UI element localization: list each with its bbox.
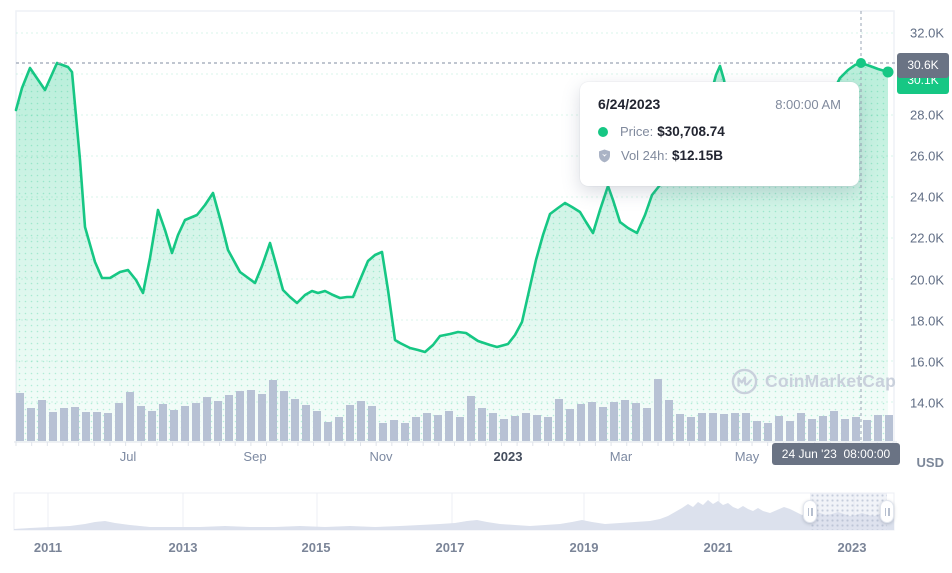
navigator-year-label: 2011 (34, 540, 62, 555)
tooltip-price-label: Price: (620, 124, 653, 139)
tooltip-time: 8:00:00 AM (775, 97, 841, 112)
navigator-year-label: 2023 (838, 540, 867, 555)
tooltip-volume-label: Vol 24h: (621, 148, 668, 163)
coinmarketcap-logo-icon (731, 368, 758, 395)
tooltip-volume-row: Vol 24h: $12.15B (598, 148, 841, 163)
y-axis-label: 14.0K (898, 396, 944, 411)
x-axis-label: 2023 (494, 449, 523, 464)
y-axis-label: 22.0K (898, 231, 944, 246)
x-axis-label: Nov (369, 449, 392, 464)
x-axis-label: Jul (120, 449, 137, 464)
navigator-selected-range[interactable] (810, 493, 887, 530)
volume-shield-icon (598, 149, 611, 163)
navigator-year-label: 2021 (704, 540, 733, 555)
tooltip-volume-value: $12.15B (672, 148, 723, 163)
chart-tooltip: 6/24/2023 8:00:00 AM Price: $30,708.74 V… (580, 82, 859, 186)
latest-point-marker (883, 67, 894, 78)
tooltip-price-value: $30,708.74 (657, 124, 725, 139)
hover-point-marker (856, 58, 866, 68)
y-axis-label: 24.0K (898, 190, 944, 205)
tooltip-price-row: Price: $30,708.74 (598, 124, 841, 139)
navigator-year-label: 2015 (302, 540, 331, 555)
x-axis-label: Mar (610, 449, 632, 464)
x-axis-label: Sep (243, 449, 266, 464)
y-axis-label: 18.0K (898, 314, 944, 329)
y-axis-label: 32.0K (898, 26, 944, 41)
navigator-right-handle[interactable] (880, 500, 894, 523)
navigator-left-handle[interactable] (803, 500, 817, 523)
price-series-dot-icon (598, 127, 608, 137)
hover-time-badge: 24 Jun '23 08:00:00 (772, 443, 900, 465)
y-axis-label: 20.0K (898, 273, 944, 288)
y-axis-label: 26.0K (898, 149, 944, 164)
y-axis-label: 16.0K (898, 355, 944, 370)
tooltip-date: 6/24/2023 (598, 96, 660, 112)
y-axis-unit: USD (898, 455, 944, 470)
navigator-year-label: 2019 (570, 540, 599, 555)
hover-price-badge: 30.6K (897, 53, 949, 78)
navigator-year-label: 2013 (169, 540, 198, 555)
y-axis-label: 28.0K (898, 108, 944, 123)
x-axis-label: May (735, 449, 760, 464)
navigator-year-label: 2017 (436, 540, 465, 555)
price-chart-page: 32.0K 28.0K 26.0K 24.0K 22.0K 20.0K 18.0K 16.0K… (0, 0, 952, 573)
watermark-text: CoinMarketCap (765, 371, 896, 392)
watermark: CoinMarketCap (731, 368, 896, 395)
